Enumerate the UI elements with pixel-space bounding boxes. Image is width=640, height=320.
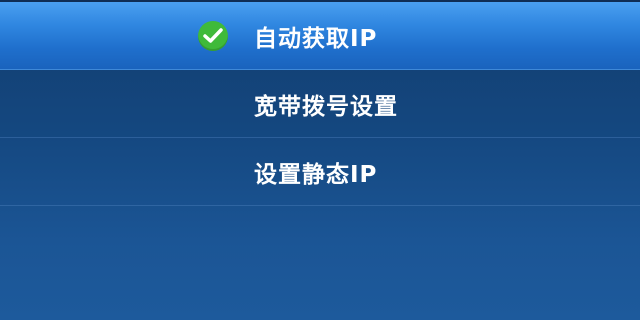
menu-item-broadband-dialup[interactable]: 宽带拨号设置 (0, 70, 640, 138)
menu-item-auto-ip[interactable]: 自动获取IP (0, 2, 640, 70)
network-mode-menu: 自动获取IP 宽带拨号设置 设置静态IP (0, 0, 640, 320)
menu-item-label: 宽带拨号设置 (254, 93, 398, 120)
menu-item-label: 设置静态IP (254, 161, 378, 188)
menu-item-label: 自动获取IP (254, 25, 378, 52)
check-circle-icon (198, 20, 228, 51)
menu-item-static-ip[interactable]: 设置静态IP (0, 138, 640, 206)
